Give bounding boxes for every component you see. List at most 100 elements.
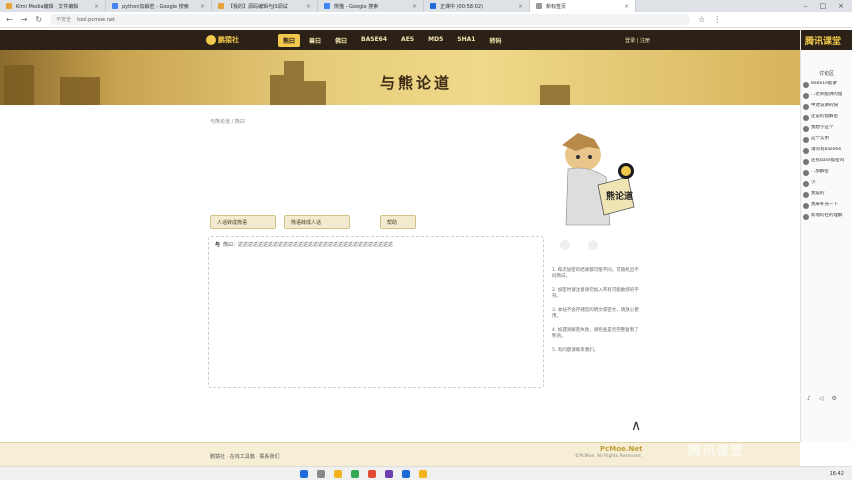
address-bar: ← → ↻ 不安全 tool.pcmoe.net ☆ ⋮ [0, 12, 852, 28]
app-icon[interactable] [419, 469, 427, 478]
tab-favicon-icon [430, 3, 436, 9]
sticker-icon [560, 240, 570, 250]
footer-brand: PcMoe.Net [600, 445, 643, 453]
avatar [803, 148, 809, 154]
tab-favicon-icon [112, 3, 118, 9]
bear-mascot-image: 熊论道 [562, 133, 635, 226]
close-icon[interactable]: × [518, 3, 523, 10]
avatar [803, 181, 809, 187]
reload-icon[interactable]: ↻ [35, 15, 42, 24]
footer-copyright: ©PcMoe. All Rights Reserved. [575, 454, 642, 459]
windows-start-icon[interactable] [300, 469, 308, 478]
skyline-building [304, 81, 326, 105]
chat-message: 8a0e1e能讲 [803, 81, 850, 88]
chat-message: 中述说讲的快 [803, 103, 850, 110]
site-footer: 鹏猿社 · 在线工具箱 · 联系我们 PcMoe.Net ©PcMoe. All… [0, 442, 800, 466]
star-icon[interactable]: ☆ [698, 15, 705, 24]
chat-message: 我说的 [803, 191, 850, 198]
browser-tabbar: Kimi Media编辑 · 文件编辑 × python加解密 - Google … [0, 0, 852, 12]
close-icon[interactable]: × [624, 3, 629, 10]
login-link[interactable]: 登录 | 注册 [625, 37, 650, 44]
help-button[interactable]: 帮助 [380, 215, 416, 229]
security-indicator[interactable]: 不安全 [56, 16, 71, 23]
skyline-building [284, 61, 304, 105]
site-nav-links: 熊曰 兽曰 佛曰 BASE64 AES MD5 SHA1 转码 [278, 33, 506, 47]
app-icon[interactable] [368, 469, 376, 478]
minimize-icon[interactable]: – [804, 2, 808, 10]
close-icon[interactable]: × [200, 3, 205, 10]
avatar [803, 93, 809, 99]
app-icon[interactable] [402, 469, 410, 478]
chat-message: 这个实用 [803, 136, 850, 143]
browser-tab[interactable]: python加解密 - Google 搜索 × [106, 0, 212, 12]
nav-item-md5[interactable]: MD5 [423, 34, 448, 47]
chat-message: 小 [803, 180, 850, 187]
browser-tab[interactable]: 【我的】源码编辑与JS调试 × [212, 0, 318, 12]
nav-item-xiongyue[interactable]: 熊曰 [278, 33, 301, 47]
tip-item: 2. 加密时请注意请勿加入带有可能敏感的字符。 [552, 288, 639, 299]
panel-subtitle: 讨论区 [818, 71, 834, 77]
input-text: 熊曰：达达达达达达达达达达达达达达达达达达达达达达达达达达达达达达达 [223, 242, 394, 248]
nav-item-foyue[interactable]: 佛曰 [330, 34, 352, 47]
skyline-building [60, 77, 100, 105]
text-input-area[interactable]: 与熊曰：达达达达达达达达达达达达达达达达达达达达达达达达达达达达达达达 [208, 236, 544, 388]
nav-item-aes[interactable]: AES [396, 34, 419, 47]
chat-message: 请问有base64 [803, 147, 850, 154]
avatar [803, 104, 809, 110]
app-icon[interactable] [385, 469, 393, 478]
encode-button[interactable]: 人话转成熊语 [210, 215, 276, 229]
close-icon[interactable]: × [94, 3, 99, 10]
browser-tab[interactable]: 熊猫 - Google 搜索 × [318, 0, 424, 12]
back-to-top-icon[interactable]: ∧ [631, 418, 641, 434]
os-taskbar: 16:42 [0, 466, 852, 480]
chat-message: 还有base加密吗 [803, 158, 850, 165]
close-icon[interactable]: × [306, 3, 311, 10]
close-window-icon[interactable]: × [838, 2, 844, 10]
avatar [803, 203, 809, 209]
maximize-icon[interactable]: □ [820, 2, 827, 10]
avatar [803, 170, 809, 176]
nav-item-base64[interactable]: BASE64 [356, 34, 392, 47]
hero-banner: 与熊论道 [0, 50, 800, 105]
system-clock[interactable]: 16:42 [830, 471, 844, 477]
browser-tab-active[interactable]: 新标签页 × [530, 0, 636, 12]
chat-message: ...加解密 [803, 169, 850, 176]
tab-favicon-icon [218, 3, 224, 9]
chrome-icon[interactable] [351, 469, 359, 478]
avatar [803, 82, 809, 88]
search-icon[interactable] [317, 469, 325, 478]
back-icon[interactable]: ← [6, 15, 13, 24]
usage-tips: 1. 每次加密的结果都可能不同，可随机出不同熊曰。 2. 加密时请注意请勿加入带… [548, 240, 640, 390]
browser-tab[interactable]: Kimi Media编辑 · 文件编辑 × [0, 0, 106, 12]
nav-item-sha1[interactable]: SHA1 [452, 34, 480, 47]
close-icon[interactable]: × [412, 3, 417, 10]
sticker-icon [588, 240, 598, 250]
mic-icon[interactable]: ♪ [807, 395, 811, 402]
tip-item: 4. 如遇到解密失败，请检查是否完整复制了熊语。 [552, 328, 639, 339]
browser-tab[interactable]: 正课中 (00:58:02) × [424, 0, 530, 12]
forward-icon[interactable]: → [21, 15, 28, 24]
chat-side-panel: 腾讯课堂 讨论区 8a0e1e能讲 ...老师能讲的慢 中述说讲的快 还说的加解… [800, 30, 852, 442]
settings-icon[interactable]: ⚙ [831, 395, 836, 402]
svg-text:熊论道: 熊论道 [606, 190, 633, 202]
text-cursor: 与 [215, 242, 221, 248]
tip-item: 1. 每次加密的结果都可能不同，可随机出不同熊曰。 [552, 268, 639, 279]
file-explorer-icon[interactable] [334, 469, 342, 478]
action-buttons: 人话转成熊语 熊语转成人话 帮助 [210, 215, 416, 229]
skyline-building [270, 75, 284, 105]
avatar [803, 137, 809, 143]
nav-item-shouyue[interactable]: 兽曰 [304, 34, 326, 47]
watermark: 腾讯课堂 [688, 444, 745, 459]
logo-mark-icon [206, 35, 216, 45]
url-input[interactable]: 不安全 tool.pcmoe.net [50, 14, 691, 25]
menu-icon[interactable]: ⋮ [713, 15, 721, 24]
avatar [803, 192, 809, 198]
site-header: 鹏猿社 熊曰 兽曰 佛曰 BASE64 AES MD5 SHA1 转码 登录 |… [0, 30, 800, 50]
site-logo[interactable]: 鹏猿社 [206, 33, 250, 47]
decode-button[interactable]: 熊语转成人话 [284, 215, 350, 229]
skyline-building [4, 65, 34, 105]
banner-title: 与熊论道 [380, 74, 453, 92]
nav-item-zhuanma[interactable]: 转码 [484, 34, 506, 47]
sound-icon[interactable]: ◁ [819, 395, 824, 402]
footer-links[interactable]: 鹏猿社 · 在线工具箱 · 联系我们 [210, 453, 280, 460]
